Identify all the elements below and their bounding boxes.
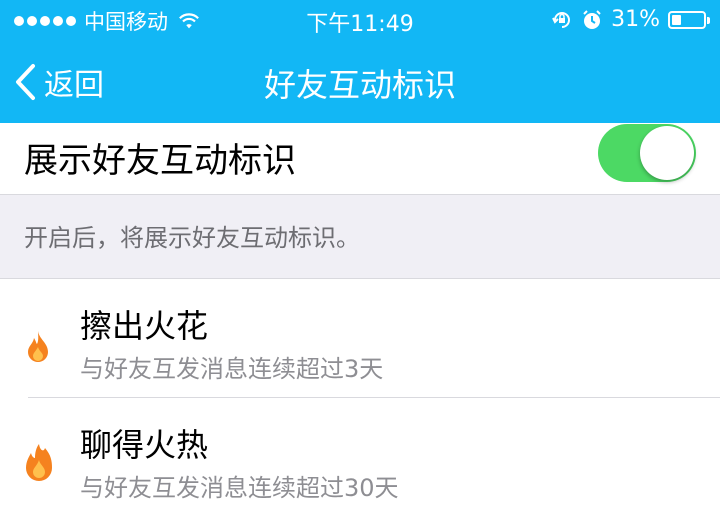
rotation-lock-icon [552, 11, 571, 28]
big-flame-icon [26, 444, 52, 481]
setting-hint: 开启后，将展示好友互动标识。 [24, 224, 360, 252]
item-subtitle: 与好友互发消息连续超过30天 [80, 474, 399, 502]
badge-list: 擦出火花 与好友互发消息连续超过3天 聊得火热 与好友互发消息连续超过30天 [0, 278, 720, 518]
small-flame-icon [28, 331, 48, 362]
battery-percent: 31% [611, 7, 660, 32]
battery-icon [668, 10, 710, 29]
list-item: 聊得火热 与好友互发消息连续超过30天 [0, 398, 720, 517]
page-title: 好友互动标识 [263, 66, 456, 104]
navigation-bar: 返回 好友互动标识 [0, 40, 720, 123]
item-title: 聊得火热 [80, 426, 209, 464]
show-interaction-badge-toggle[interactable] [598, 124, 696, 182]
status-right: 31% [551, 7, 710, 32]
alarm-icon [583, 9, 601, 29]
battery-level-fill [672, 14, 682, 25]
status-bar: 中国移动 下午11:49 31% [0, 0, 720, 40]
item-subtitle: 与好友互发消息连续超过3天 [80, 355, 384, 383]
setting-label: 展示好友互动标识 [24, 141, 296, 181]
item-title: 擦出火花 [80, 307, 209, 345]
list-item: 擦出火花 与好友互发消息连续超过3天 [0, 279, 720, 398]
toggle-knob [640, 126, 694, 180]
